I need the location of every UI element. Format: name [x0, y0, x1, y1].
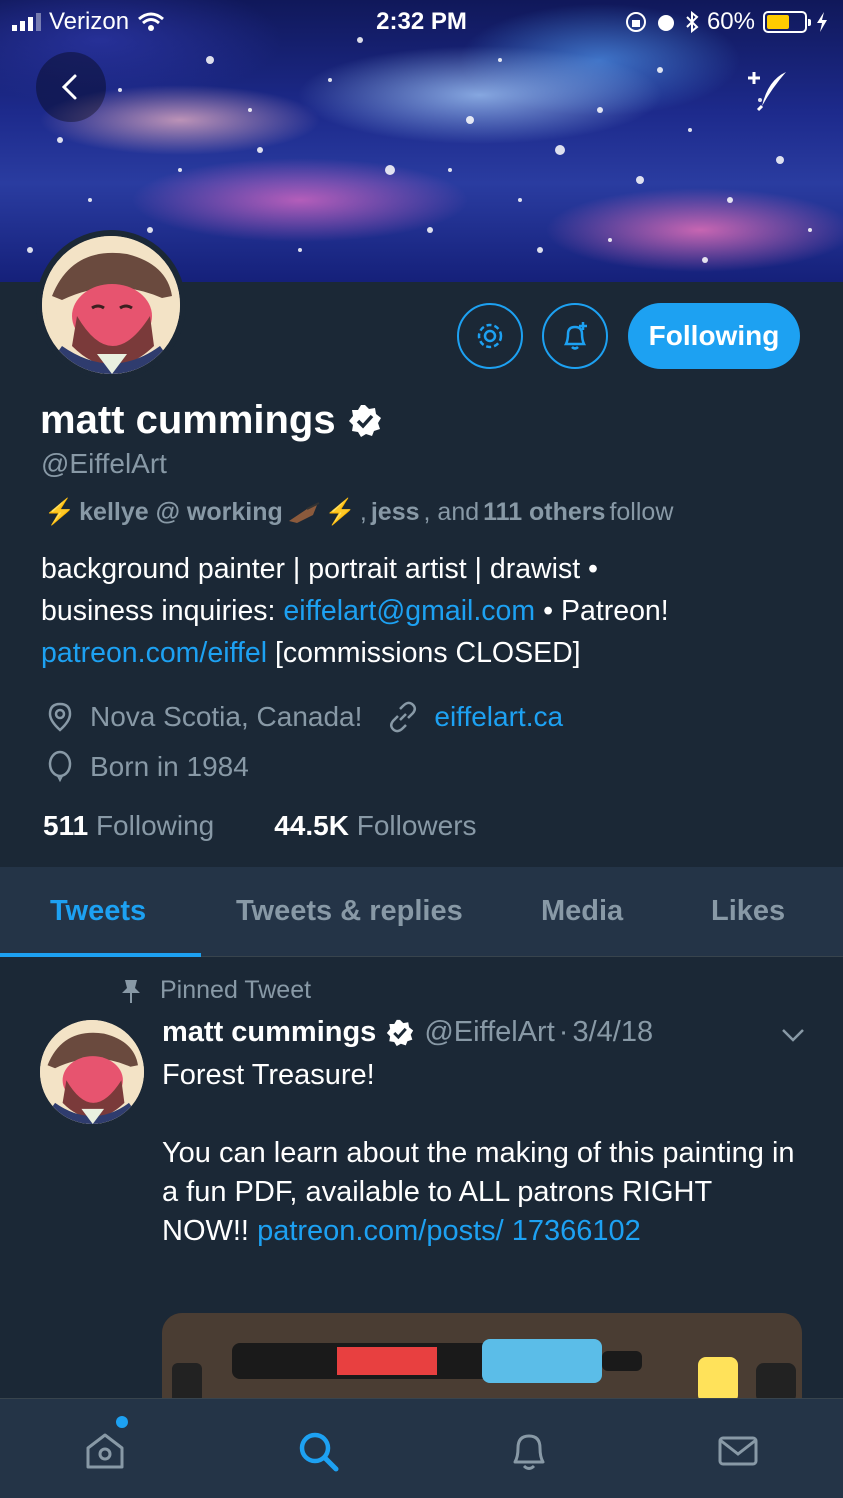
markers-photo — [162, 1313, 802, 1403]
followed-by-row[interactable]: ⚡ kellye @ working ⚡ , jess, and 111 oth… — [44, 498, 673, 527]
following-button[interactable]: Following — [628, 303, 800, 369]
bio-line-2-prefix: business inquiries: — [41, 595, 276, 627]
chevron-left-icon — [61, 74, 77, 100]
tweet-author-name[interactable]: matt cummings — [162, 1016, 376, 1049]
bluetooth-icon — [686, 11, 699, 33]
balloon-icon — [48, 750, 72, 783]
tab-likes[interactable]: Likes — [711, 895, 785, 928]
profile-bio: background painter | portrait artist | d… — [41, 548, 811, 674]
tweet-author-avatar[interactable] — [40, 1020, 144, 1124]
tab-tweets-replies[interactable]: Tweets & replies — [236, 895, 463, 928]
bio-line-2: business inquiries: eiffelart@gmail.com … — [41, 590, 811, 632]
bio-line-3: patreon.com/eiffel [commissions CLOSED] — [41, 632, 811, 674]
avatar-illustration — [42, 236, 180, 374]
compose-tweet-button[interactable] — [733, 55, 803, 125]
tweet-body: Forest Treasure! You can learn about the… — [162, 1056, 802, 1251]
bio-line-3-suffix: [commissions CLOSED] — [274, 637, 581, 669]
tweet-media-image[interactable] — [162, 1313, 802, 1403]
home-new-content-indicator — [116, 1416, 128, 1428]
verified-badge-icon — [348, 404, 381, 437]
nav-home-button[interactable] — [75, 1421, 135, 1481]
profile-website-link[interactable]: eiffelart.ca — [434, 701, 563, 733]
battery-percent: 60% — [706, 8, 755, 35]
profile-avatar[interactable] — [36, 230, 186, 380]
bio-line-2-suffix: • Patreon! — [543, 595, 669, 627]
nav-notifications-button[interactable] — [499, 1421, 559, 1481]
followed-by-others[interactable]: 111 others — [483, 498, 605, 527]
lightning-icon: ⚡ — [44, 498, 76, 526]
settings-button[interactable] — [457, 303, 523, 369]
search-icon — [299, 1432, 339, 1472]
profile-location: Nova Scotia, Canada! — [90, 701, 363, 732]
tweet-date: 3/4/18 — [572, 1016, 654, 1048]
bio-line-1: background painter | portrait artist | d… — [41, 553, 599, 585]
home-icon — [86, 1433, 124, 1469]
tab-tweets[interactable]: Tweets — [50, 895, 146, 928]
status-bar: Verizon 2:32 PM 60% — [0, 0, 843, 44]
compose-tweet-icon — [748, 72, 786, 112]
following-count: 511 — [43, 810, 89, 841]
lightning-icon: ⚡ — [324, 498, 356, 526]
bottom-tab-bar — [0, 1398, 843, 1498]
followers-count: 44.5K — [274, 810, 349, 841]
battery-icon — [763, 11, 811, 33]
tweet-text-body: You can learn about the making of this p… — [162, 1134, 802, 1251]
followers-count-link[interactable]: 44.5K Followers — [274, 810, 476, 842]
chevron-down-icon[interactable] — [780, 1026, 806, 1044]
back-button[interactable] — [36, 52, 106, 122]
verified-badge-icon — [387, 1019, 414, 1046]
pinned-label-row: Pinned Tweet — [120, 976, 311, 1005]
writing-hand-icon — [287, 501, 321, 525]
location-pin-icon — [48, 702, 72, 732]
profile-birth: Born in 1984 — [90, 751, 249, 782]
tweet-link[interactable]: patreon.com/posts/ 17366102 — [257, 1215, 641, 1247]
following-count-link[interactable]: 511 Following — [43, 810, 214, 842]
tab-media[interactable]: Media — [541, 895, 623, 928]
followed-by-connector-2: , and — [423, 498, 480, 526]
nav-messages-button[interactable] — [708, 1421, 768, 1481]
tweet-header: matt cummings @EiffelArt · 3/4/18 — [162, 1016, 653, 1049]
bio-email-link[interactable]: eiffelart@gmail.com — [283, 595, 535, 627]
bell-plus-icon — [563, 322, 587, 350]
followers-label: Followers — [356, 810, 477, 841]
profile-tabs: Tweets Tweets & replies Media Likes — [0, 867, 843, 957]
notifications-icon — [513, 1434, 545, 1470]
follower-name-2[interactable]: jess — [371, 498, 420, 527]
gear-icon — [477, 323, 503, 349]
tweet-author-handle[interactable]: @EiffelArt — [424, 1016, 554, 1049]
following-label: Following — [95, 810, 215, 841]
alarm-icon — [657, 15, 674, 31]
pinned-label: Pinned Tweet — [160, 976, 312, 1004]
charging-icon — [817, 12, 827, 32]
follower-name-1[interactable]: kellye @ working — [79, 498, 283, 527]
pin-icon — [122, 979, 140, 1003]
bio-patreon-link[interactable]: patreon.com/eiffel — [41, 637, 267, 669]
profile-name: matt cummings — [40, 398, 336, 442]
profile-meta-row: Nova Scotia, Canada! eiffelart.ca — [44, 700, 563, 734]
avatar-illustration — [40, 1020, 144, 1124]
profile-birth-row: Born in 1984 — [44, 750, 249, 784]
followed-by-connector-1: , — [359, 498, 367, 526]
link-icon — [390, 701, 417, 733]
profile-name-row: matt cummings — [40, 398, 382, 443]
followed-by-suffix: follow — [609, 498, 674, 526]
notifications-toggle-button[interactable] — [542, 303, 608, 369]
tweet-text-line-1: Forest Treasure! — [162, 1059, 375, 1091]
messages-icon — [718, 1436, 758, 1466]
tweet-separator: · — [558, 1016, 569, 1048]
rotation-lock-icon — [625, 12, 646, 32]
nav-search-button[interactable] — [288, 1421, 348, 1481]
active-tab-indicator — [0, 953, 201, 957]
profile-handle: @EiffelArt — [41, 448, 167, 479]
follow-counts: 511 Following 44.5K Followers — [43, 810, 477, 842]
